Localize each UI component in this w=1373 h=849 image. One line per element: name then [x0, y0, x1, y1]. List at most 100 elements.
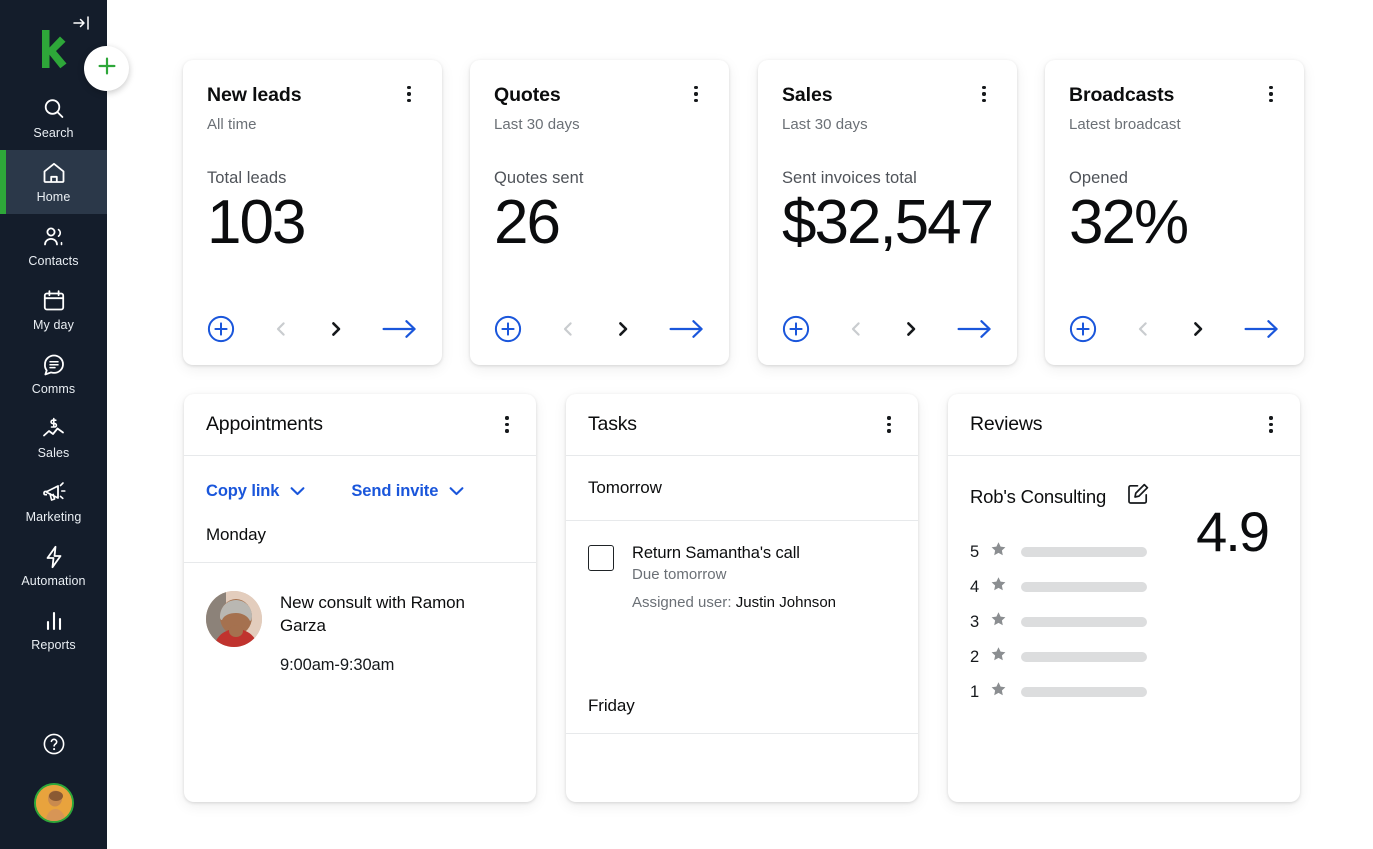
rating-bar-track [1021, 617, 1147, 627]
send-invite-dropdown[interactable]: Send invite [351, 482, 464, 501]
divider [566, 733, 918, 734]
card-metric-value: 32% [1069, 190, 1280, 255]
card-menu-button[interactable] [880, 415, 898, 435]
assigned-prefix: Assigned user: [632, 594, 736, 611]
card-header: Appointments [184, 394, 536, 456]
card-title: Quotes [494, 84, 561, 107]
task-name: Return Samantha's call [632, 544, 836, 563]
plus-circle-icon[interactable] [1069, 315, 1097, 343]
card-title: Appointments [206, 413, 323, 436]
task-checkbox[interactable] [588, 545, 614, 571]
copy-link-dropdown[interactable]: Copy link [206, 482, 305, 501]
chevron-right-icon[interactable] [1188, 319, 1208, 339]
average-rating-score: 4.9 [1196, 504, 1268, 560]
arrow-right-icon[interactable] [957, 318, 993, 340]
rating-star-count: 3 [970, 613, 982, 632]
card-title: New leads [207, 84, 301, 107]
sidebar-item-reports[interactable]: Reports [0, 598, 107, 662]
card-menu-button[interactable] [400, 84, 418, 104]
avatar [206, 591, 262, 647]
card-menu-button[interactable] [1262, 84, 1280, 104]
rating-star-count: 1 [970, 683, 982, 702]
sidebar-footer [0, 731, 107, 823]
app-root: Search Home [0, 0, 1373, 849]
card-menu-button[interactable] [687, 84, 705, 104]
sidebar-item-contacts[interactable]: Contacts [0, 214, 107, 278]
sidebar-item-automation[interactable]: Automation [0, 534, 107, 598]
chevron-down-icon [449, 482, 464, 501]
chevron-left-icon[interactable] [558, 319, 578, 339]
business-name: Rob's Consulting [970, 486, 1106, 508]
sidebar-item-sales[interactable]: Sales [0, 406, 107, 470]
chevron-left-icon[interactable] [271, 319, 291, 339]
plus-circle-icon[interactable] [494, 315, 522, 343]
chat-bubble-icon [41, 352, 67, 378]
plus-circle-icon[interactable] [207, 315, 235, 343]
task-section-friday: Friday [588, 696, 918, 716]
question-mark-circle-icon[interactable] [41, 731, 67, 757]
card-header: New leads [207, 84, 418, 107]
calendar-icon [41, 288, 67, 314]
card-menu-button[interactable] [1262, 415, 1280, 435]
sidebar-item-label: Comms [32, 383, 76, 396]
star-icon [990, 681, 1007, 703]
bar-chart-icon [41, 608, 67, 634]
card-menu-button[interactable] [975, 84, 993, 104]
card-subtitle: All time [207, 116, 418, 133]
card-title: Broadcasts [1069, 84, 1174, 107]
rating-row: 1 [970, 681, 1278, 703]
plus-circle-icon[interactable] [782, 315, 810, 343]
card-footer-nav [1069, 315, 1280, 343]
arrow-right-icon[interactable] [1244, 318, 1280, 340]
sidebar-item-comms[interactable]: Comms [0, 342, 107, 406]
sidebar: Search Home [0, 0, 107, 849]
rating-star-count: 4 [970, 578, 982, 597]
chevron-down-icon [290, 482, 305, 501]
rating-star-count: 5 [970, 543, 982, 562]
reviews-body: Rob's Consulting 5 [948, 456, 1300, 703]
appointment-actions: Copy link Send invite [184, 456, 536, 501]
card-title: Reviews [970, 413, 1042, 436]
card-menu-button[interactable] [498, 415, 516, 435]
card-header: Sales [782, 84, 993, 107]
sidebar-item-label: Automation [21, 575, 85, 588]
sidebar-item-my-day[interactable]: My day [0, 278, 107, 342]
sidebar-item-search[interactable]: Search [0, 86, 107, 150]
kpi-card-quotes: Quotes Last 30 days Quotes sent 26 [470, 60, 729, 365]
global-add-button[interactable] [84, 46, 129, 91]
task-assigned-user: Assigned user: Justin Johnson [632, 594, 836, 611]
chevron-left-icon[interactable] [846, 319, 866, 339]
card-title: Tasks [588, 413, 637, 436]
day-label: Monday [206, 525, 514, 545]
card-metric-label: Sent invoices total [782, 169, 993, 188]
card-header: Broadcasts [1069, 84, 1280, 107]
sidebar-item-home[interactable]: Home [0, 150, 107, 214]
collapse-panel-icon[interactable] [71, 12, 93, 34]
card-metric-label: Total leads [207, 169, 418, 188]
rating-breakdown: 5 4 3 [970, 541, 1278, 703]
plus-icon [96, 55, 118, 82]
card-footer-nav [494, 315, 705, 343]
star-icon [990, 541, 1007, 563]
card-subtitle: Last 30 days [782, 116, 993, 133]
edit-pencil-square-icon[interactable] [1126, 482, 1150, 511]
tasks-card: Tasks Tomorrow Return Samantha's call Du… [566, 394, 918, 802]
task-section-tomorrow: Tomorrow [566, 456, 918, 521]
sidebar-item-label: My day [33, 319, 74, 332]
avatar[interactable] [34, 783, 74, 823]
sidebar-item-marketing[interactable]: Marketing [0, 470, 107, 534]
chevron-right-icon[interactable] [613, 319, 633, 339]
chevron-left-icon[interactable] [1133, 319, 1153, 339]
arrow-right-icon[interactable] [669, 318, 705, 340]
chevron-right-icon[interactable] [901, 319, 921, 339]
chevron-right-icon[interactable] [326, 319, 346, 339]
card-header: Tasks [566, 394, 918, 456]
sidebar-item-label: Contacts [28, 255, 78, 268]
rating-bar-track [1021, 582, 1147, 592]
dashboard-main: New leads All time Total leads 103 [107, 0, 1373, 849]
rating-row: 2 [970, 646, 1278, 668]
arrow-right-icon[interactable] [382, 318, 418, 340]
sidebar-item-label: Sales [38, 447, 70, 460]
list-item[interactable]: New consult with Ramon Garza 9:00am-9:30… [184, 563, 536, 675]
table-row[interactable]: Return Samantha's call Due tomorrow Assi… [566, 521, 918, 611]
